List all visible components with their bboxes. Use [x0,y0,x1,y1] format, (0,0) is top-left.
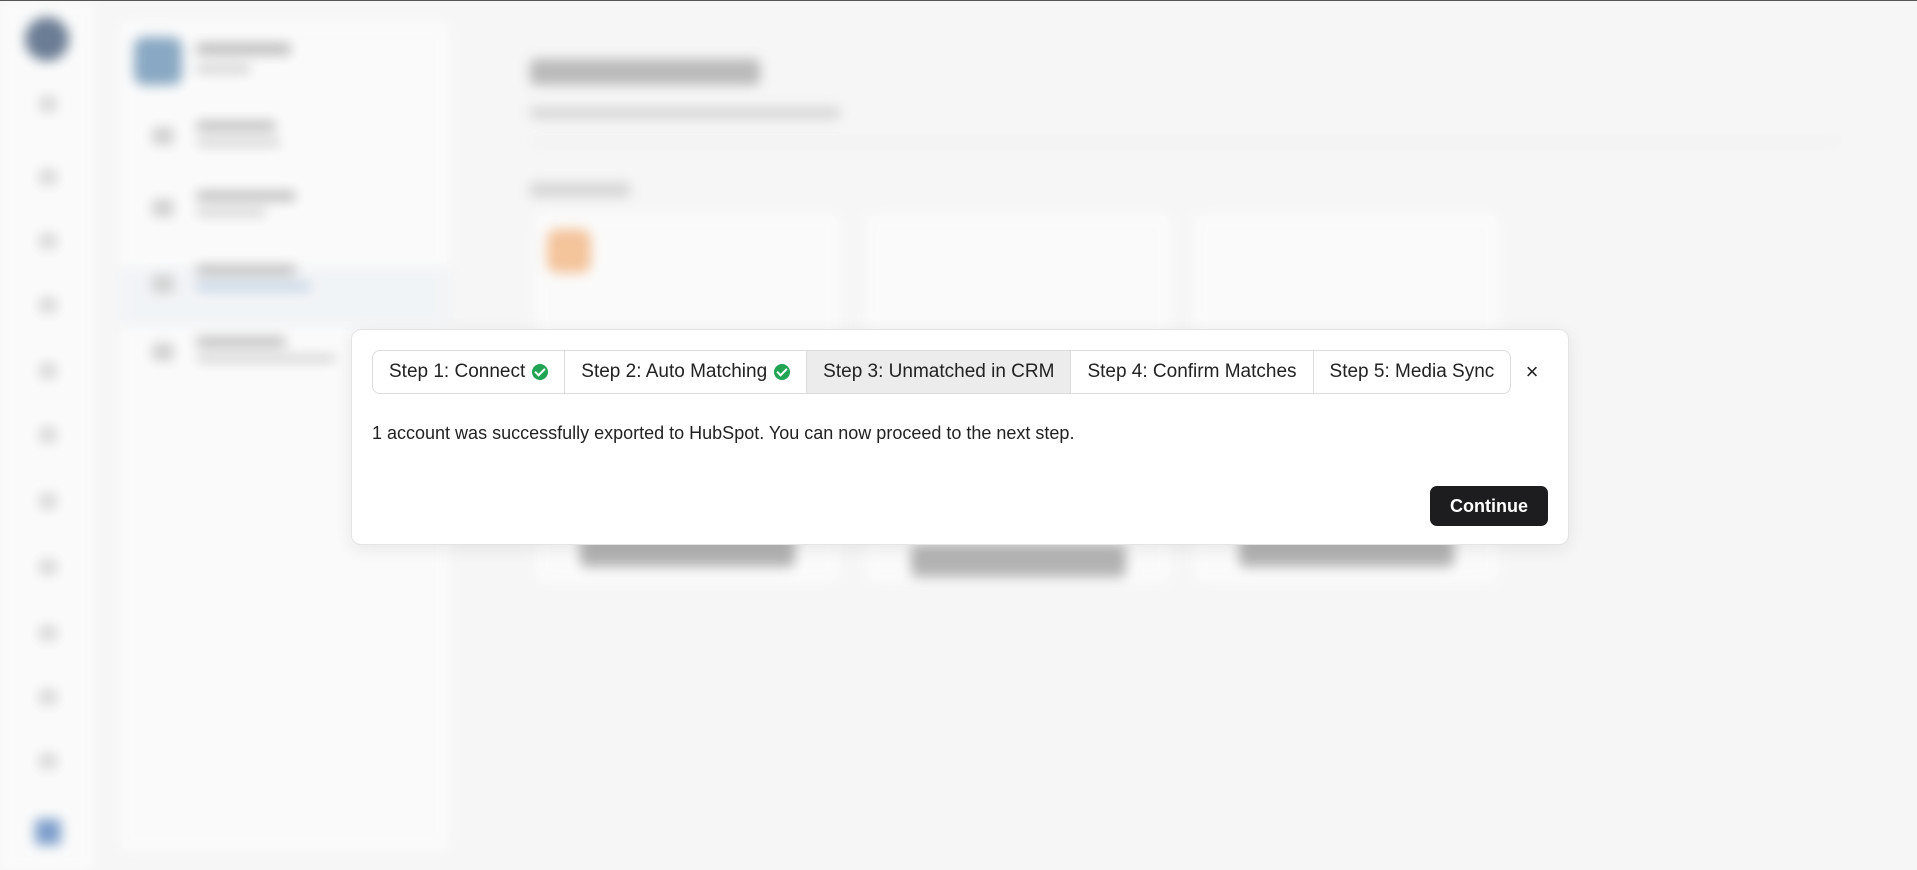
status-message: 1 account was successfully exported to H… [372,423,1075,443]
step-auto-matching[interactable]: Step 2: Auto Matching [565,351,808,393]
step-media-sync[interactable]: Step 5: Media Sync [1314,351,1511,393]
wizard-stepper: Step 1: Connect Step 2: Auto Matching St… [372,350,1512,394]
step-label: Step 5: Media Sync [1329,361,1495,382]
close-icon[interactable]: × [1516,356,1548,388]
continue-button[interactable]: Continue [1430,486,1548,526]
step-label: Step 3: Unmatched in CRM [823,361,1055,382]
step-label: Step 4: Confirm Matches [1087,361,1297,382]
step-label: Step 1: Connect [389,361,526,382]
check-circle-icon [774,364,791,380]
export-wizard-modal: Step 1: Connect Step 2: Auto Matching St… [351,329,1569,545]
check-circle-icon [532,364,549,380]
step-confirm-matches[interactable]: Step 4: Confirm Matches [1071,351,1314,393]
step-label: Step 2: Auto Matching [581,361,768,382]
step-unmatched-in-crm[interactable]: Step 3: Unmatched in CRM [807,351,1072,393]
step-connect[interactable]: Step 1: Connect [373,351,566,393]
app-viewport: Step 1: Connect Step 2: Auto Matching St… [0,0,1917,870]
